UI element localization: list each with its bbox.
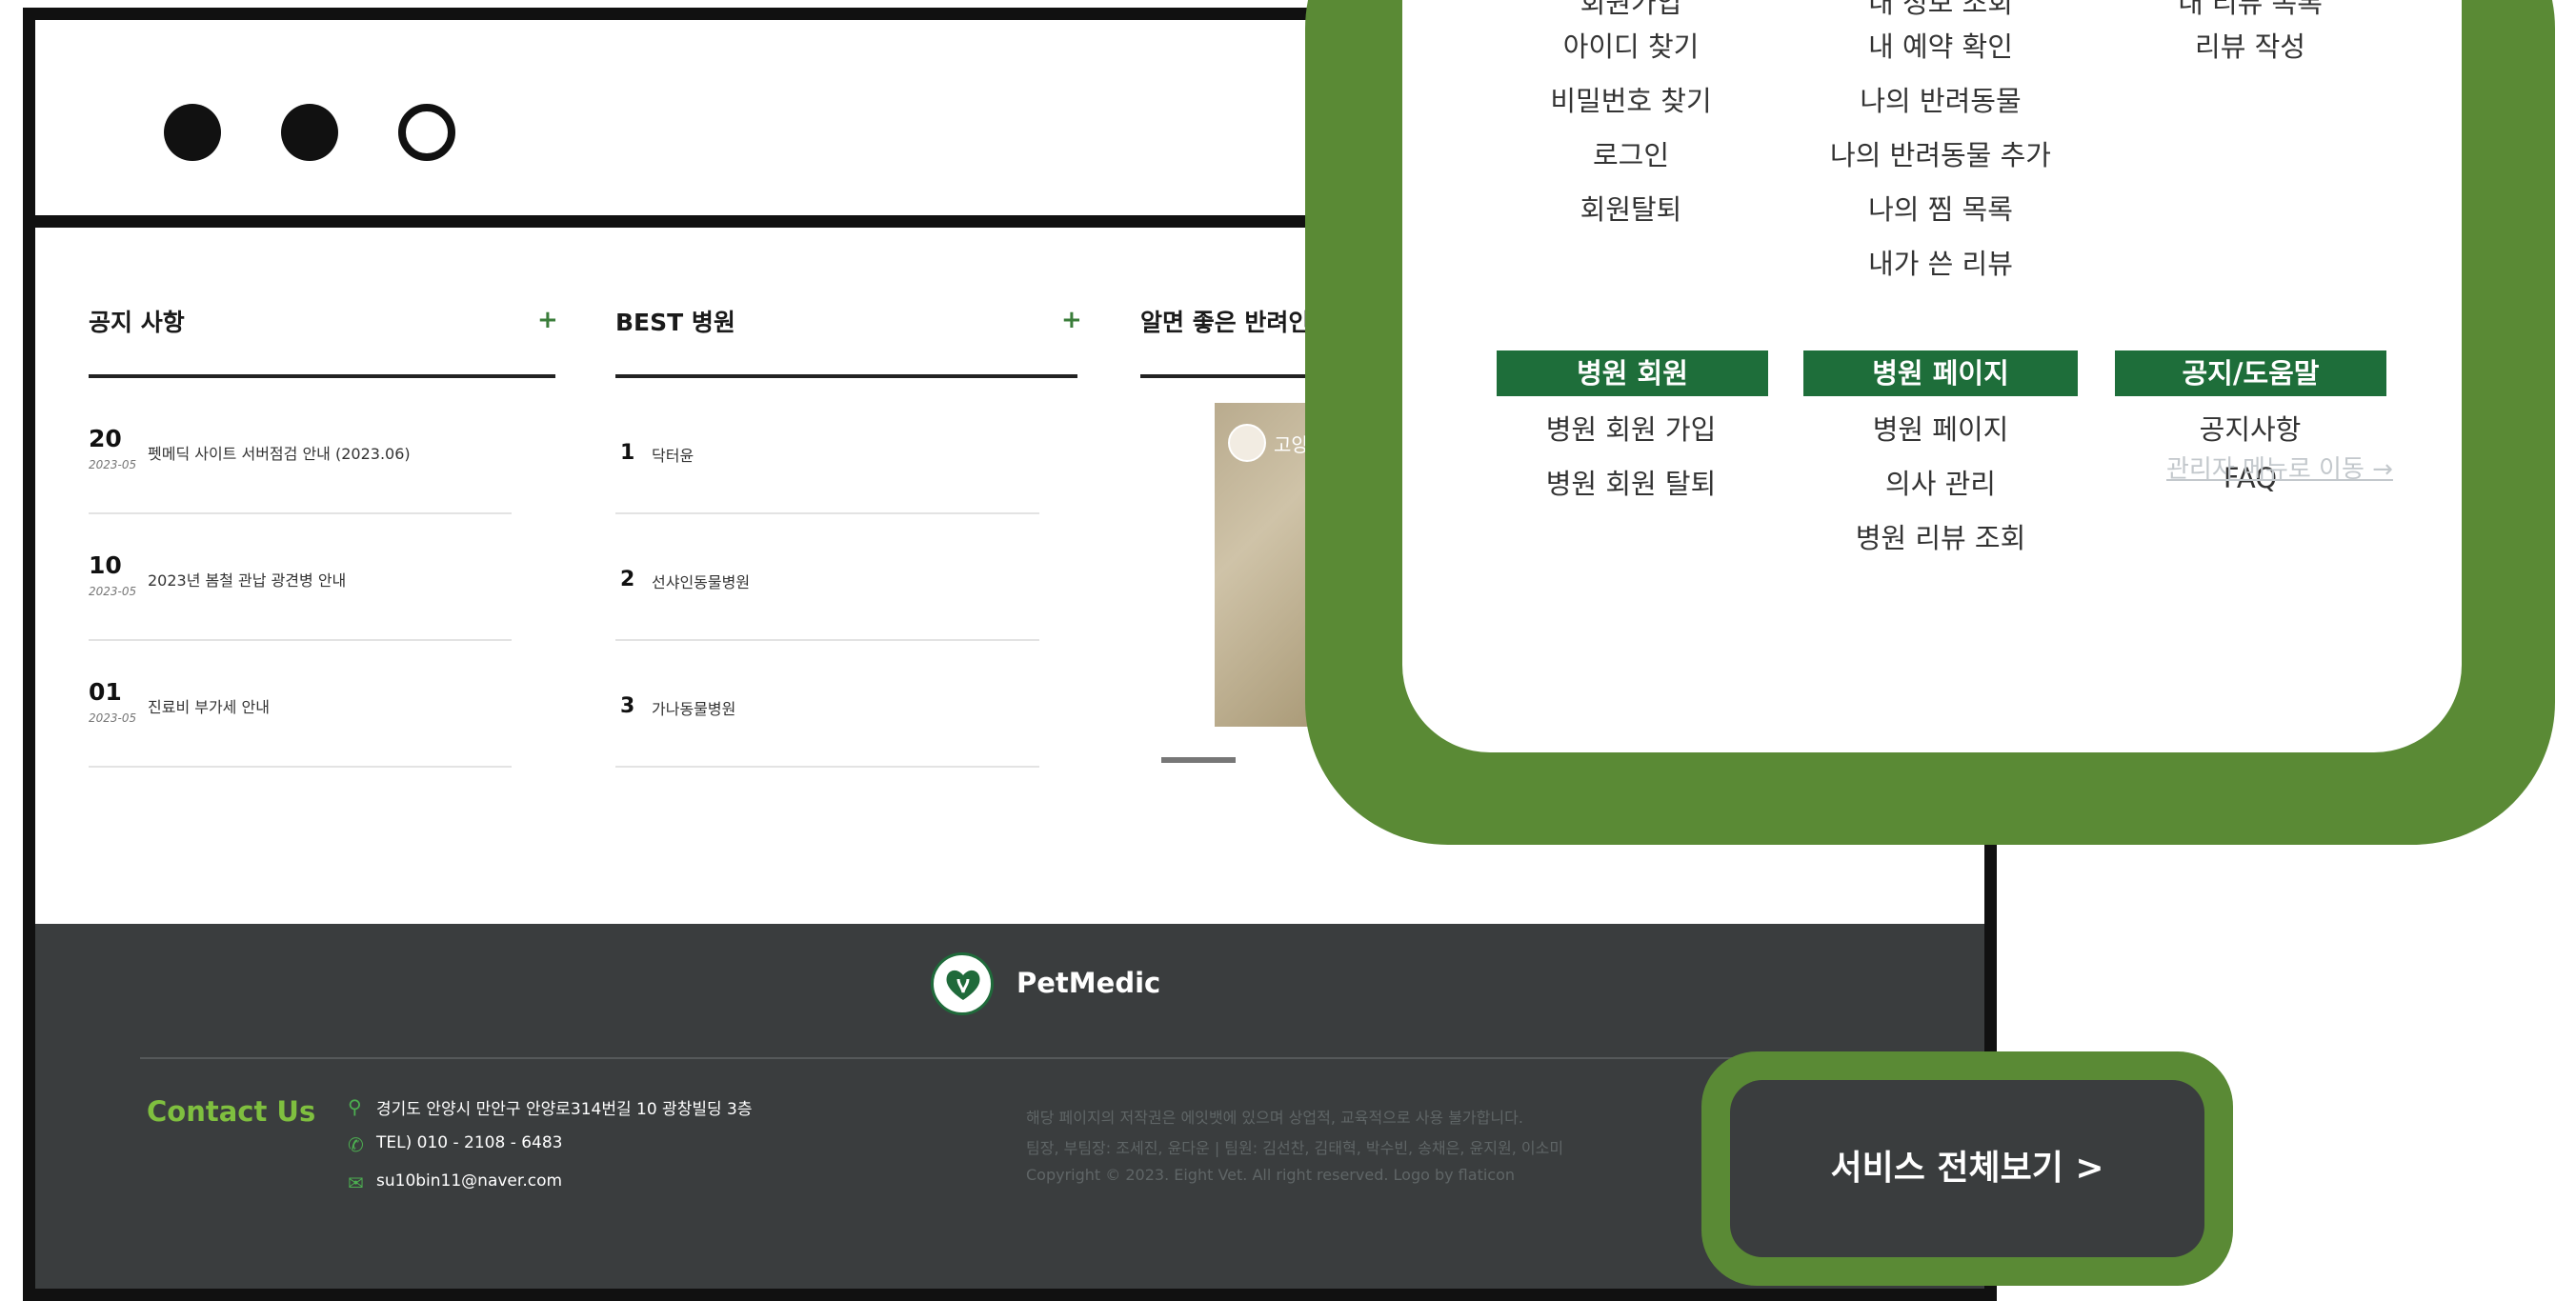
menu-item-reservations[interactable]: 내 예약 확인 xyxy=(1868,25,2013,65)
footer-divider xyxy=(140,1057,1902,1059)
notice-day: 20 xyxy=(89,425,122,452)
contact-label: Contact Us xyxy=(147,1095,316,1128)
address-text: 경기도 안양시 만안구 안양로314번길 10 광창빌딩 3층 xyxy=(376,1100,753,1119)
menu-item-add-pet[interactable]: 나의 반려동물 추가 xyxy=(1830,133,2051,173)
menu-item-find-id[interactable]: 아이디 찾기 xyxy=(1563,25,1700,65)
service-all-button[interactable]: 서비스 전체보기 > xyxy=(1730,1080,2204,1257)
notice-date: 2023-05 xyxy=(89,711,137,725)
window-dot-3[interactable] xyxy=(398,104,455,161)
best-divider xyxy=(615,374,1077,378)
petmedic-logo-icon xyxy=(931,952,994,1015)
notice-day: 01 xyxy=(89,678,122,706)
legal-line: 해당 페이지의 저작권은 에잇뱃에 있으며 상업적, 교육적으로 사용 불가합니… xyxy=(1026,1109,1523,1127)
notice-row[interactable]: 10 2023-05 2023년 봄철 관납 광견병 안내 xyxy=(89,547,512,641)
menu-item-hospital-signup[interactable]: 병원 회원 가입 xyxy=(1546,408,1717,448)
carousel-scrollbar[interactable] xyxy=(1161,757,1236,763)
avatar xyxy=(1228,424,1266,462)
phone-icon: ✆ xyxy=(348,1133,364,1156)
menu-item-find-password[interactable]: 비밀번호 찾기 xyxy=(1550,79,1711,119)
footer-address: ⚲ 경기도 안양시 만안구 안양로314번길 10 광창빌딩 3층 xyxy=(348,1095,753,1119)
menu-item-hospital-withdraw[interactable]: 병원 회원 탈퇴 xyxy=(1546,462,1717,502)
tel-text: TEL) 010 - 2108 - 6483 xyxy=(376,1133,563,1152)
best-rank: 1 xyxy=(620,441,635,465)
notice-more-button[interactable]: + xyxy=(537,306,558,334)
menu-header-hospital-page: 병원 페이지 xyxy=(1803,350,2078,396)
notice-row[interactable]: 01 2023-05 진료비 부가세 안내 xyxy=(89,673,512,768)
notice-row[interactable]: 20 2023-05 펫메딕 사이트 서버점검 안내 (2023.06) xyxy=(89,420,512,514)
best-row[interactable]: 2 선샤인동물병원 xyxy=(615,547,1039,641)
notice-divider xyxy=(89,374,555,378)
notice-text: 펫메딕 사이트 서버점검 안내 (2023.06) xyxy=(148,445,411,463)
admin-menu-link[interactable]: 관리자 메뉴로 이동 → xyxy=(2166,450,2393,485)
footer-email[interactable]: ✉ su10bin11@naver.com xyxy=(348,1171,563,1194)
site-footer: PetMedic Contact Us ⚲ 경기도 안양시 만안구 안양로314… xyxy=(35,924,1984,1289)
service-menu-frame: 회원가입 내 정보 조회 내 리뷰 목록 아이디 찾기 비밀번호 찾기 로그인 … xyxy=(1305,0,2555,845)
best-more-button[interactable]: + xyxy=(1061,306,1082,334)
menu-item-withdraw[interactable]: 회원탈퇴 xyxy=(1580,188,1682,228)
best-row[interactable]: 1 닥터윤 xyxy=(615,420,1039,514)
tips-title: 알면 좋은 반려인 xyxy=(1140,309,1311,336)
best-name: 가나동물병원 xyxy=(652,700,736,718)
best-name: 닥터윤 xyxy=(652,447,694,465)
legal-line: Copyright © 2023. Eight Vet. All right r… xyxy=(1026,1166,1516,1184)
best-row[interactable]: 3 가나동물병원 xyxy=(615,673,1039,768)
menu-item-my-info[interactable]: 내 정보 조회 xyxy=(1868,0,2013,21)
menu-item-hospital-page[interactable]: 병원 페이지 xyxy=(1873,408,2009,448)
footer-tel: ✆ TEL) 010 - 2108 - 6483 xyxy=(348,1133,563,1156)
window-dot-2[interactable] xyxy=(281,104,338,161)
location-pin-icon: ⚲ xyxy=(348,1095,362,1118)
footer-brand: PetMedic xyxy=(1016,967,1161,999)
menu-item-write-review[interactable]: 리뷰 작성 xyxy=(2195,25,2305,65)
menu-item-my-reviews[interactable]: 내 리뷰 목록 xyxy=(2178,0,2323,21)
menu-item-doctor-manage[interactable]: 의사 관리 xyxy=(1885,462,1996,502)
menu-item-written-reviews[interactable]: 내가 쓴 리뷰 xyxy=(1868,242,2013,282)
menu-item-signup[interactable]: 회원가입 xyxy=(1580,0,1682,21)
tips-card-title: 고양 xyxy=(1274,433,1309,456)
menu-item-hospital-reviews[interactable]: 병원 리뷰 조회 xyxy=(1856,516,2026,556)
best-rank: 3 xyxy=(620,694,635,718)
service-menu-panel: 회원가입 내 정보 조회 내 리뷰 목록 아이디 찾기 비밀번호 찾기 로그인 … xyxy=(1402,0,2462,752)
window-dot-1[interactable] xyxy=(164,104,221,161)
notice-title: 공지 사항 xyxy=(89,309,185,336)
menu-item-notices[interactable]: 공지사항 xyxy=(2200,408,2302,448)
menu-item-my-pets[interactable]: 나의 반려동물 xyxy=(1860,79,2021,119)
menu-header-hospital-member: 병원 회원 xyxy=(1497,350,1768,396)
notice-date: 2023-05 xyxy=(89,585,137,598)
notice-day: 10 xyxy=(89,551,122,579)
menu-header-notice-help: 공지/도움말 xyxy=(2115,350,2386,396)
best-rank: 2 xyxy=(620,568,635,591)
best-title: BEST 병원 xyxy=(615,309,735,336)
email-text: su10bin11@naver.com xyxy=(376,1171,563,1191)
service-button-highlight: 서비스 전체보기 > xyxy=(1701,1051,2233,1286)
mail-icon: ✉ xyxy=(348,1171,364,1194)
legal-line: 팀장, 부팀장: 조세진, 윤다운 | 팀원: 김선찬, 김태혁, 박수빈, 송… xyxy=(1026,1139,1564,1157)
menu-item-wishlist[interactable]: 나의 찜 목록 xyxy=(1868,188,2013,228)
notice-text: 2023년 봄철 관납 광견병 안내 xyxy=(148,571,347,590)
best-name: 선샤인동물병원 xyxy=(652,573,751,591)
menu-item-login[interactable]: 로그인 xyxy=(1593,133,1669,173)
notice-text: 진료비 부가세 안내 xyxy=(148,698,270,716)
notice-date: 2023-05 xyxy=(89,458,137,471)
